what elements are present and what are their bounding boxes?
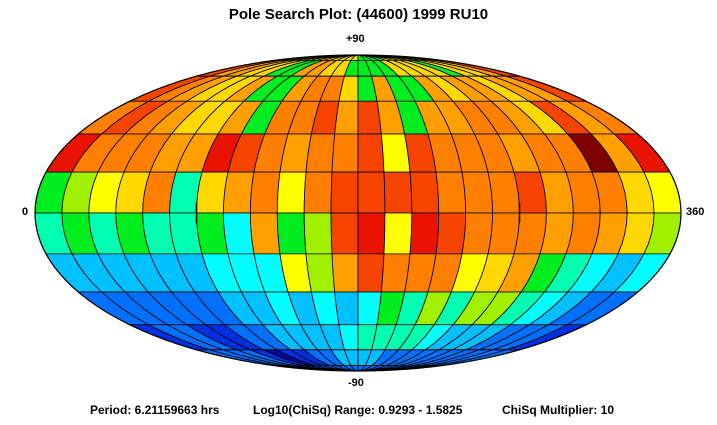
- heatmap-cell: [276, 212, 307, 255]
- heatmap-cell: [409, 171, 440, 214]
- heatmap-cell: [331, 253, 359, 293]
- heatmap-cell: [223, 171, 255, 214]
- heatmap-cell: [305, 253, 336, 293]
- heatmap-cell: [357, 171, 386, 214]
- heatmap-cell: [249, 212, 281, 255]
- heatmap-cell: [435, 171, 467, 214]
- heatmap-cell: [461, 171, 493, 214]
- heatmap-cell: [305, 133, 336, 173]
- heatmap-cell: [383, 212, 413, 255]
- heatmap-cell: [249, 171, 281, 214]
- heatmap-cell: [357, 133, 385, 173]
- heatmap-cell: [487, 212, 520, 255]
- heatmap-cell: [435, 212, 467, 255]
- heatmap-cell: [223, 212, 255, 255]
- heatmap-cell: [357, 212, 386, 255]
- heatmap-cell: [334, 291, 359, 326]
- heatmap-cell: [330, 171, 359, 214]
- footer-multiplier: ChiSq Multiplier: 10: [502, 403, 615, 417]
- heatmap-cell: [409, 212, 440, 255]
- heatmap-cell: [334, 100, 359, 135]
- heatmap-cell: [461, 212, 493, 255]
- heatmap-cell: [303, 171, 333, 214]
- footer-range: Log10(ChiSq) Range: 0.9293 - 1.5825: [253, 403, 463, 417]
- heatmap-cell: [303, 212, 333, 255]
- heatmap-cells: [34, 54, 682, 372]
- heatmap-cell: [330, 212, 359, 255]
- footer-period: Period: 6.21159663 hrs: [90, 403, 220, 417]
- heatmap-cell: [487, 171, 520, 214]
- heatmap-cell: [331, 133, 359, 173]
- heatmap-cell: [383, 171, 413, 214]
- heatmap-cell: [276, 171, 307, 214]
- heatmap-cell: [357, 253, 385, 293]
- pole-search-heatmap: [34, 54, 682, 372]
